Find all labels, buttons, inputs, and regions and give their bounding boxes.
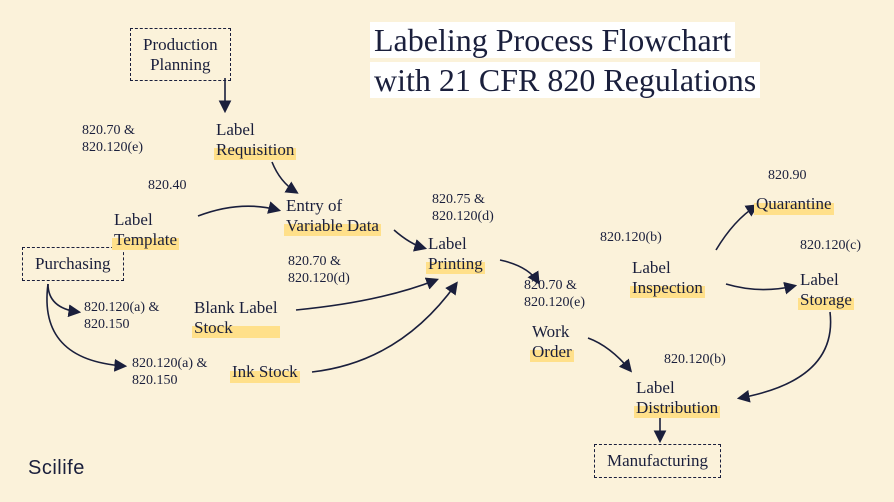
title-line-1: Labeling Process Flowchart [370, 22, 735, 58]
ref-5: 820.70 & 820.120(d) [288, 254, 350, 288]
ref-8: 820.120(b) [600, 230, 662, 247]
ref-3: 820.120(a) & 820.150 [84, 300, 159, 334]
ref-6: 820.75 & 820.120(d) [432, 192, 494, 226]
title-line-2: with 21 CFR 820 Regulations [370, 62, 760, 98]
node-label-distribution: Label Distribution [636, 378, 718, 417]
node-label-inspection: Label Inspection [632, 258, 703, 297]
ref-4: 820.120(a) & 820.150 [132, 356, 207, 390]
ref-7: 820.70 & 820.120(e) [524, 278, 585, 312]
ref-1: 820.70 & 820.120(e) [82, 123, 143, 157]
logo-text: Scilife [28, 457, 85, 480]
node-label-template: Label Template [114, 210, 177, 249]
node-label-printing: Label Printing [428, 234, 483, 273]
node-entry-variable-data: Entry of Variable Data [286, 196, 379, 235]
node-ink-stock: Ink Stock [232, 362, 298, 382]
node-label-storage: Label Storage [800, 270, 852, 309]
page-title: Labeling Process Flowchart with 21 CFR 8… [370, 20, 880, 100]
node-label-requisition: Label Requisition [216, 120, 294, 159]
node-purchasing: Purchasing [22, 247, 124, 281]
ref-2: 820.40 [148, 178, 187, 195]
ref-11: 820.120(b) [664, 352, 726, 369]
node-work-order: Work Order [532, 322, 572, 361]
node-manufacturing: Manufacturing [594, 444, 721, 478]
node-production-planning: Production Planning [130, 28, 231, 81]
node-blank-label-stock: Blank Label Stock [194, 298, 278, 337]
ref-10: 820.120(c) [800, 238, 861, 255]
ref-9: 820.90 [768, 168, 807, 185]
node-quarantine: Quarantine [756, 194, 832, 214]
